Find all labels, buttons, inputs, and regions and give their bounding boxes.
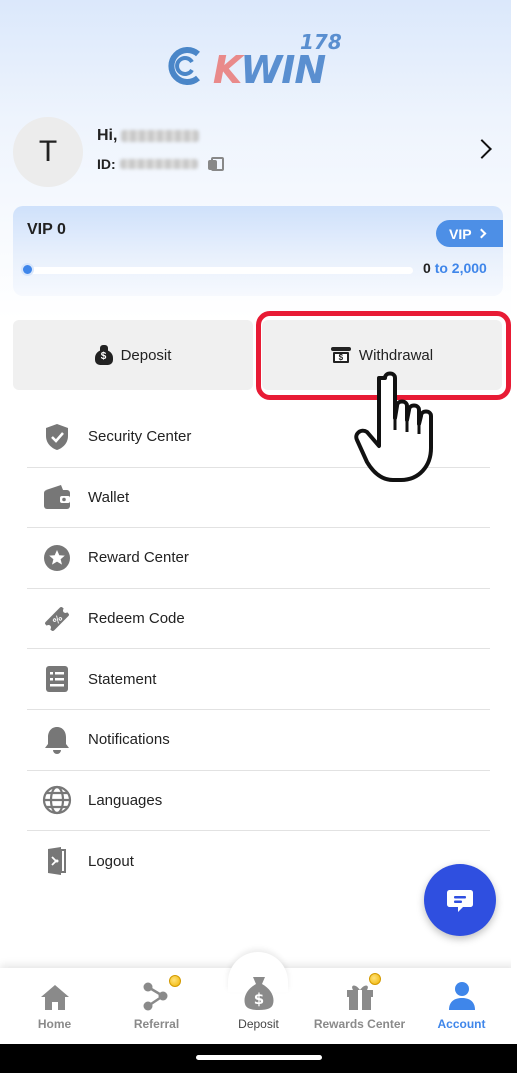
- logo-wordmark: CKWIN: [186, 48, 326, 92]
- logo-part-2: K: [212, 48, 241, 92]
- statement-icon: [42, 664, 72, 694]
- vip-progress-marker: [21, 263, 34, 276]
- menu-item-redeem-code[interactable]: % Redeem Code: [27, 589, 490, 650]
- svg-text:$: $: [253, 990, 263, 1008]
- coupon-icon: %: [42, 604, 72, 634]
- username-redacted: [121, 130, 200, 142]
- chat-bubble-icon: [447, 890, 473, 912]
- vip-button[interactable]: VIP: [436, 220, 503, 247]
- coin-badge-icon: [368, 973, 381, 985]
- referral-icon: [141, 975, 181, 1011]
- account-icon: [448, 975, 476, 1011]
- menu-item-label: Security Center: [88, 428, 192, 446]
- greeting-label: Hi,: [97, 127, 118, 144]
- menu-item-languages[interactable]: Languages: [27, 771, 490, 832]
- brand-logo: CKWIN 178: [168, 30, 353, 92]
- menu-item-label: Logout: [88, 852, 134, 870]
- home-indicator[interactable]: [196, 1055, 322, 1060]
- profile-chevron-right-icon[interactable]: [472, 139, 492, 159]
- vip-level-title: VIP 0: [27, 221, 66, 238]
- user-id-row: ID:: [97, 156, 224, 172]
- wallet-icon: [42, 482, 72, 512]
- vip-card: VIP 0 VIP 0 to 2,000: [13, 206, 503, 296]
- nav-label: Referral: [133, 1017, 180, 1031]
- menu-item-label: Languages: [88, 791, 163, 809]
- menu-item-reward-center[interactable]: Reward Center: [27, 528, 490, 589]
- menu-item-notifications[interactable]: Notifications: [27, 710, 490, 771]
- menu-item-logout[interactable]: Logout: [27, 831, 490, 892]
- nav-label: Account: [437, 1017, 486, 1031]
- deposit-button[interactable]: $ Deposit: [13, 320, 253, 390]
- user-id-redacted: [119, 159, 198, 169]
- chevron-right-icon: [476, 228, 487, 239]
- nav-rewards-center[interactable]: Rewards Center: [308, 973, 411, 1037]
- menu-item-label: Redeem Code: [88, 610, 185, 628]
- nav-deposit[interactable]: $ Deposit: [207, 975, 310, 1037]
- avatar-letter: T: [38, 135, 58, 168]
- avatar[interactable]: T: [13, 117, 83, 187]
- edge-strip: [511, 0, 517, 1044]
- logo-part-3: WIN: [240, 48, 326, 92]
- menu-item-label: Notifications: [88, 731, 170, 749]
- account-page: CKWIN 178 T Hi, ID: VIP 0 VIP 0 to 2,000: [0, 0, 517, 1073]
- greeting-row: Hi,: [97, 127, 200, 145]
- globe-icon: [42, 785, 72, 815]
- chat-support-button[interactable]: [424, 864, 496, 936]
- nav-label: Home: [37, 1017, 72, 1031]
- nav-account[interactable]: Account: [410, 975, 513, 1037]
- user-id-label: ID:: [97, 156, 116, 172]
- pointing-hand-icon: [354, 371, 433, 482]
- menu-item-label: Statement: [88, 670, 157, 688]
- money-bag-icon: $: [241, 975, 277, 1011]
- menu-item-label: Reward Center: [88, 549, 189, 567]
- coin-badge-icon: [168, 975, 181, 987]
- deposit-label: Deposit: [120, 346, 172, 364]
- nav-home[interactable]: Home: [3, 975, 106, 1037]
- logo-superscript: 178: [300, 30, 342, 54]
- menu-item-label: Wallet: [88, 488, 130, 506]
- bell-icon: [42, 725, 72, 755]
- vip-button-label: VIP: [449, 225, 472, 242]
- money-bag-icon: $: [94, 345, 113, 365]
- logout-icon: [42, 846, 72, 876]
- nav-referral[interactable]: Referral: [105, 975, 208, 1037]
- nav-label: Deposit: [238, 1017, 279, 1031]
- shield-icon: [42, 422, 72, 452]
- vip-progress-text: 0 to 2,000: [423, 260, 487, 276]
- copy-icon[interactable]: [207, 157, 224, 171]
- home-icon: [40, 975, 70, 1011]
- menu-item-statement[interactable]: Statement: [27, 649, 490, 710]
- vip-progress-target: to 2,000: [434, 260, 487, 276]
- star-icon: [42, 543, 72, 573]
- vip-progress-bar: [25, 267, 413, 274]
- vip-progress-current: 0: [423, 260, 431, 276]
- gift-icon: [345, 973, 381, 1011]
- nav-label: Rewards Center: [313, 1017, 406, 1031]
